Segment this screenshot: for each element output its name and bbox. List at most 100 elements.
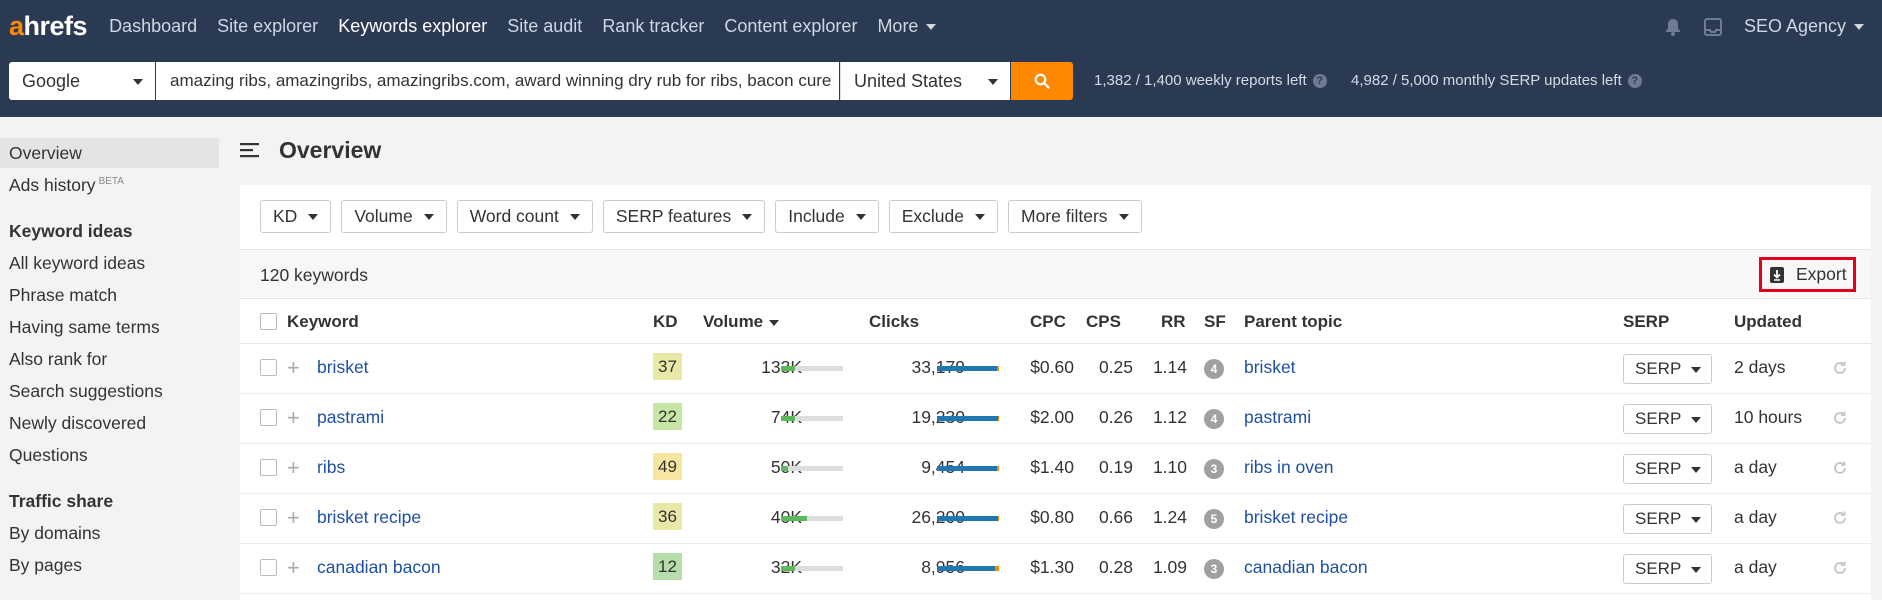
sidebar-item-all-keyword-ideas[interactable]: All keyword ideas [0,248,219,278]
keyword-link[interactable]: brisket recipe [317,507,421,528]
col-parent-topic[interactable]: Parent topic [1244,312,1342,332]
serp-label: SERP [1635,459,1682,478]
nav-more-label: More [877,16,919,36]
sidebar-item-by-domains[interactable]: By domains [0,518,219,548]
top-nav: ahrefs Dashboard Site explorer Keywords … [0,0,1882,53]
refresh-icon[interactable] [1831,359,1849,377]
sidebar-item-search-suggestions[interactable]: Search suggestions [0,376,219,406]
col-sf[interactable]: SF [1204,312,1226,332]
row-checkbox[interactable] [260,359,277,376]
nav-content-explorer[interactable]: Content explorer [724,16,857,37]
export-label: Export [1796,264,1847,284]
chevron-down-icon [1691,567,1701,573]
inbox-icon[interactable] [1703,17,1723,37]
search-icon [1034,73,1050,89]
parent-topic-link[interactable]: ribs in oven [1244,457,1334,478]
row-checkbox[interactable] [260,459,277,476]
serp-features-count[interactable]: 3 [1204,459,1224,479]
add-keyword-icon[interactable]: + [287,555,300,581]
nav-more[interactable]: More [877,16,937,37]
filter-kd[interactable]: KD [260,200,332,233]
keyword-link[interactable]: ribs [317,457,345,478]
sidebar-item-by-pages[interactable]: By pages [0,550,219,580]
nav-rank-tracker[interactable]: Rank tracker [602,16,704,37]
filter-label: Exclude [901,206,964,226]
nav-dashboard[interactable]: Dashboard [109,16,197,37]
nav-site-audit[interactable]: Site audit [507,16,582,37]
kd-badge: 22 [653,403,682,430]
sidebar-item-having-same-terms[interactable]: Having same terms [0,312,219,342]
account-name: SEO Agency [1743,16,1846,36]
col-clicks[interactable]: Clicks [869,312,919,332]
parent-topic-link[interactable]: canadian bacon [1244,557,1368,578]
col-updated[interactable]: Updated [1734,312,1802,332]
serp-button[interactable]: SERP [1623,404,1712,434]
sidebar-item-label: Ads history [9,174,96,195]
keyword-link[interactable]: pastrami [317,407,384,428]
nav-site-explorer[interactable]: Site explorer [217,16,318,37]
refresh-icon[interactable] [1831,409,1849,427]
search-engine-select[interactable]: Google [9,62,155,100]
menu-icon[interactable] [240,142,259,158]
chevron-down-icon [855,213,866,220]
refresh-icon[interactable] [1831,509,1849,527]
sidebar-item-overview[interactable]: Overview [0,138,219,168]
account-menu[interactable]: SEO Agency [1744,16,1864,37]
filter-serp-features[interactable]: SERP features [602,200,766,233]
volume-bar [781,416,843,421]
col-volume[interactable]: Volume [703,312,780,332]
add-keyword-icon[interactable]: + [287,455,300,481]
country-select[interactable]: United States [840,62,1010,100]
parent-topic-link[interactable]: brisket [1244,357,1296,378]
sidebar-item-newly-discovered[interactable]: Newly discovered [0,408,219,438]
serp-button[interactable]: SERP [1623,454,1712,484]
help-icon[interactable]: ? [1312,73,1327,88]
bell-icon[interactable] [1663,17,1683,37]
ahrefs-logo[interactable]: ahrefs [9,11,88,42]
select-all-checkbox[interactable] [260,313,277,330]
chevron-down-icon [988,79,998,85]
keyword-link[interactable]: brisket [317,357,369,378]
sidebar-item-ads-history[interactable]: Ads history BETA [0,170,219,200]
serp-button[interactable]: SERP [1623,504,1712,534]
sidebar-item-phrase-match[interactable]: Phrase match [0,280,219,310]
row-checkbox[interactable] [260,509,277,526]
col-keyword[interactable]: Keyword [287,312,359,332]
keyword-link[interactable]: canadian bacon [317,557,441,578]
filter-more-filters[interactable]: More filters [1008,200,1142,233]
sidebar-item-questions[interactable]: Questions [0,440,219,470]
filter-exclude[interactable]: Exclude [888,200,998,233]
add-keyword-icon[interactable]: + [287,405,300,431]
serp-features-count[interactable]: 4 [1204,359,1224,379]
col-kd[interactable]: KD [653,312,678,332]
table-row: +brisket recipe3640K26,200$0.800.661.245… [240,494,1871,544]
add-keyword-icon[interactable]: + [287,355,300,381]
parent-topic-link[interactable]: pastrami [1244,407,1311,428]
nav-keywords-explorer[interactable]: Keywords explorer [338,16,487,37]
filter-include[interactable]: Include [775,200,879,233]
serp-features-count[interactable]: 5 [1204,509,1224,529]
col-rr[interactable]: RR [1161,312,1186,332]
search-button[interactable] [1011,62,1073,100]
filter-word-count[interactable]: Word count [456,200,593,233]
export-button[interactable]: Export [1759,257,1856,292]
col-cpc[interactable]: CPC [1030,312,1066,332]
serp-button[interactable]: SERP [1623,354,1712,384]
kd-badge: 12 [653,553,682,580]
keywords-input[interactable]: amazing ribs, amazingribs, amazingribs.c… [156,62,839,100]
parent-topic-link[interactable]: brisket recipe [1244,507,1348,528]
serp-button[interactable]: SERP [1623,554,1712,584]
col-cps[interactable]: CPS [1086,312,1121,332]
row-checkbox[interactable] [260,559,277,576]
row-checkbox[interactable] [260,409,277,426]
serp-features-count[interactable]: 3 [1204,559,1224,579]
rr-value: 1.10 [1152,457,1187,477]
clicks-bar [937,516,999,521]
sidebar-item-also-rank-for[interactable]: Also rank for [0,344,219,374]
refresh-icon[interactable] [1831,459,1849,477]
serp-features-count[interactable]: 4 [1204,409,1224,429]
add-keyword-icon[interactable]: + [287,505,300,531]
help-icon[interactable]: ? [1627,73,1642,88]
filter-volume[interactable]: Volume [341,200,447,233]
refresh-icon[interactable] [1831,559,1849,577]
